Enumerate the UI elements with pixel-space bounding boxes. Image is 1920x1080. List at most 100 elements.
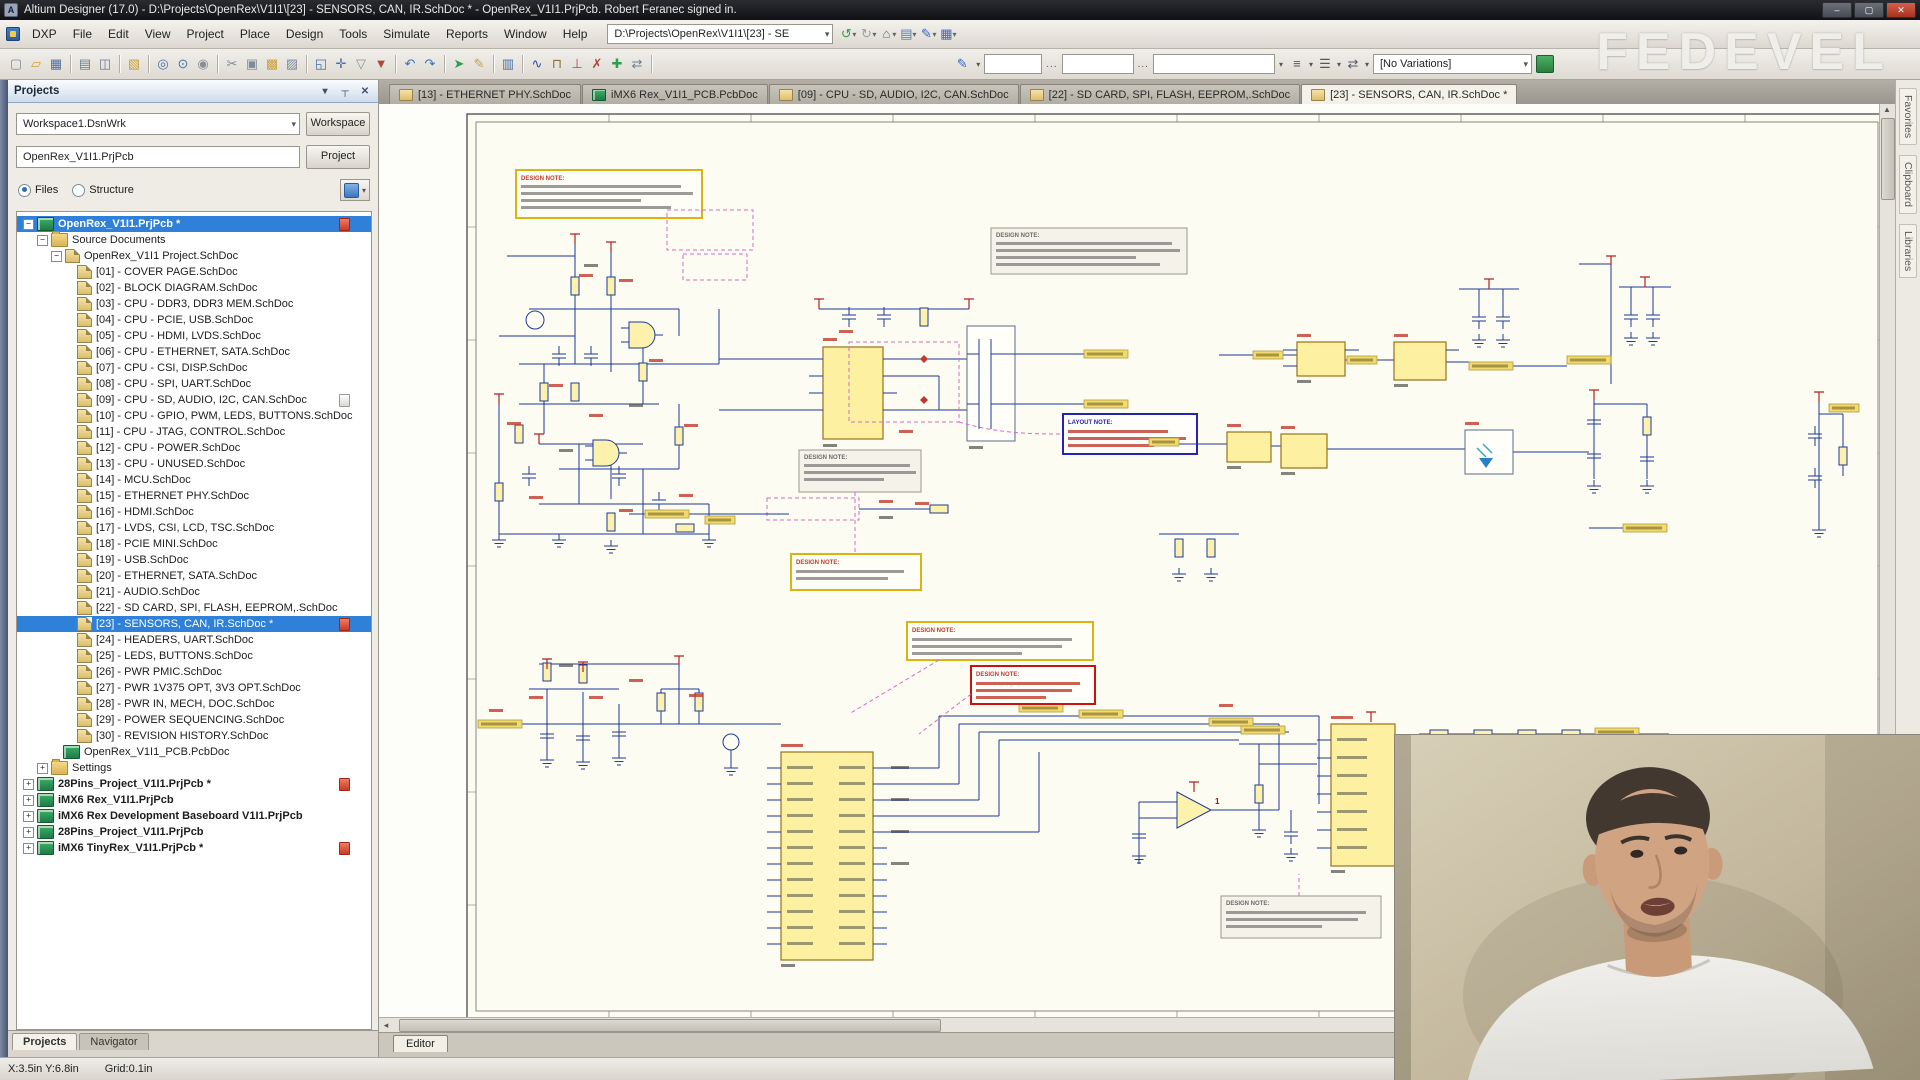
tree-item[interactable]: −Source Documents (17, 232, 371, 248)
menu-design[interactable]: Design (278, 24, 331, 44)
highlight-pen-button[interactable]: ✎ (469, 54, 489, 74)
horizontal-scroll-thumb[interactable] (399, 1019, 941, 1032)
open-project-button[interactable]: ▧ (124, 54, 144, 74)
menu-edit[interactable]: Edit (100, 24, 137, 44)
power-port-button[interactable]: ⊥ (567, 54, 587, 74)
menu-simulate[interactable]: Simulate (375, 24, 438, 44)
open-button[interactable]: ▱ (26, 54, 46, 74)
dxp-icon[interactable] (6, 27, 20, 41)
menu-tools[interactable]: Tools (331, 24, 375, 44)
filter-button[interactable]: ▼ (371, 54, 391, 74)
find-combo-3[interactable] (1153, 54, 1275, 74)
vertical-scroll-thumb[interactable] (1881, 118, 1895, 200)
panel-tab-favorites[interactable]: Favorites (1899, 88, 1917, 145)
close-button[interactable]: ✕ (1886, 2, 1916, 18)
project-field[interactable]: OpenRex_V1I1.PrjPcb (16, 146, 300, 168)
tree-item[interactable]: [16] - HDMI.SchDoc (17, 504, 371, 520)
navigate-compile-button[interactable]: ⇄ (627, 54, 647, 74)
smart-paste-button[interactable]: ▨ (282, 54, 302, 74)
workspace-button[interactable]: Workspace (306, 112, 370, 136)
collapse-icon[interactable]: − (51, 251, 62, 262)
ellipsis-button-1[interactable]: ... (1046, 59, 1057, 70)
project-button[interactable]: Project (306, 145, 370, 169)
tree-item[interactable]: −OpenRex_V1I1.PrjPcb * (17, 216, 371, 232)
maximize-button[interactable]: ▢ (1854, 2, 1884, 18)
expand-icon[interactable]: + (23, 811, 34, 822)
tree-item[interactable]: [18] - PCIE MINI.SchDoc (17, 536, 371, 552)
tree-item[interactable]: +28Pins_Project_V1I1.PrjPcb * (17, 776, 371, 792)
tree-item[interactable]: [20] - ETHERNET, SATA.SchDoc (17, 568, 371, 584)
select-area-button[interactable]: ◱ (311, 54, 331, 74)
variant-grid-icon[interactable] (1536, 55, 1554, 73)
scroll-up-icon[interactable]: ▲ (1881, 104, 1893, 116)
expand-icon[interactable]: + (23, 779, 34, 790)
tree-item[interactable]: +28Pins_Project_V1I1.PrjPcb (17, 824, 371, 840)
document-path-combo[interactable]: D:\Projects\OpenRex\V1I1\[23] - SE ▾ (607, 24, 833, 44)
find-combo-2[interactable] (1062, 54, 1134, 74)
align-tool-1-icon[interactable]: ☰ (1315, 54, 1335, 74)
tree-item[interactable]: [08] - CPU - SPI, UART.SchDoc (17, 376, 371, 392)
tree-item[interactable]: [06] - CPU - ETHERNET, SATA.SchDoc (17, 344, 371, 360)
zoom-selection-button[interactable]: ◉ (193, 54, 213, 74)
menu-window[interactable]: Window (496, 24, 555, 44)
tree-item[interactable]: [03] - CPU - DDR3, DDR3 MEM.SchDoc (17, 296, 371, 312)
document-tab[interactable]: [22] - SD CARD, SPI, FLASH, EEPROM,.SchD… (1020, 84, 1300, 104)
pin-icon[interactable]: ┬ (338, 86, 352, 97)
tree-item[interactable]: [22] - SD CARD, SPI, FLASH, EEPROM,.SchD… (17, 600, 371, 616)
place-part-button[interactable]: ⊓ (547, 54, 567, 74)
documents-bar-button[interactable]: ▥ (498, 54, 518, 74)
menu-view[interactable]: View (137, 24, 179, 44)
align-tool-0-icon[interactable]: ≡ (1287, 54, 1307, 74)
tree-item[interactable]: [23] - SENSORS, CAN, IR.SchDoc * (17, 616, 371, 632)
panel-options-button[interactable]: ▾ (340, 179, 370, 201)
tree-item[interactable]: [15] - ETHERNET PHY.SchDoc (17, 488, 371, 504)
tree-item[interactable]: +iMX6 Rex_V1I1.PrjPcb (17, 792, 371, 808)
scroll-left-icon[interactable]: ◂ (379, 1020, 393, 1031)
tree-item[interactable]: [07] - CPU - CSI, DISP.SchDoc (17, 360, 371, 376)
cross-select-button[interactable]: ➤ (449, 54, 469, 74)
tree-item[interactable]: [25] - LEDS, BUTTONS.SchDoc (17, 648, 371, 664)
find-combo-1[interactable] (984, 54, 1042, 74)
wiring-tool-button[interactable]: ∿ (527, 54, 547, 74)
menu-reports[interactable]: Reports (438, 24, 496, 44)
tree-item[interactable]: +iMX6 TinyRex_V1I1.PrjPcb * (17, 840, 371, 856)
tab-projects[interactable]: Projects (12, 1033, 77, 1050)
tree-item[interactable]: +iMX6 Rex Development Baseboard V1I1.Prj… (17, 808, 371, 824)
tab-editor[interactable]: Editor (393, 1035, 448, 1052)
zoom-document-button[interactable]: ⊙ (173, 54, 193, 74)
tree-item[interactable]: [21] - AUDIO.SchDoc (17, 584, 371, 600)
document-tab[interactable]: iMX6 Rex_V1I1_PCB.PcbDoc (582, 84, 768, 104)
tree-item[interactable]: [05] - CPU - HDMI, LVDS.SchDoc (17, 328, 371, 344)
paste-button[interactable]: ▩ (262, 54, 282, 74)
workspace-combo[interactable]: Workspace1.DsnWrk ▾ (16, 113, 300, 135)
tree-item[interactable]: [27] - PWR 1V375 OPT, 3V3 OPT.SchDoc (17, 680, 371, 696)
tree-item[interactable]: [09] - CPU - SD, AUDIO, I2C, CAN.SchDoc (17, 392, 371, 408)
files-radio[interactable]: Files (18, 184, 58, 197)
variations-combo[interactable]: [No Variations] ▾ (1373, 54, 1532, 74)
print-button[interactable]: ▤ (75, 54, 95, 74)
ellipsis-button-2[interactable]: ... (1138, 59, 1149, 70)
tree-item[interactable]: [26] - PWR PMIC.SchDoc (17, 664, 371, 680)
panel-tab-libraries[interactable]: Libraries (1899, 224, 1917, 278)
close-icon[interactable]: ✕ (358, 86, 372, 97)
tree-item[interactable]: [19] - USB.SchDoc (17, 552, 371, 568)
tab-navigator[interactable]: Navigator (79, 1033, 148, 1050)
cut-button[interactable]: ✂ (222, 54, 242, 74)
document-tab[interactable]: [09] - CPU - SD, AUDIO, I2C, CAN.SchDoc (769, 84, 1019, 104)
print-preview-button[interactable]: ◫ (95, 54, 115, 74)
collapse-icon[interactable]: − (23, 219, 34, 230)
collapse-icon[interactable]: − (37, 235, 48, 246)
tree-item[interactable]: [17] - LVDS, CSI, LCD, TSC.SchDoc (17, 520, 371, 536)
structure-radio[interactable]: Structure (72, 184, 134, 197)
expand-icon[interactable]: + (23, 827, 34, 838)
menu-dxp[interactable]: DXP (24, 24, 65, 44)
expand-icon[interactable]: + (37, 763, 48, 774)
tree-item[interactable]: [04] - CPU - PCIE, USB.SchDoc (17, 312, 371, 328)
tree-item[interactable]: [13] - CPU - UNUSED.SchDoc (17, 456, 371, 472)
expand-icon[interactable]: + (23, 795, 34, 806)
minimize-button[interactable]: – (1822, 2, 1852, 18)
panel-tab-clipboard[interactable]: Clipboard (1899, 155, 1917, 214)
deselect-button[interactable]: ▽ (351, 54, 371, 74)
menu-file[interactable]: File (65, 24, 100, 44)
document-tab[interactable]: [23] - SENSORS, CAN, IR.SchDoc * (1301, 84, 1517, 104)
